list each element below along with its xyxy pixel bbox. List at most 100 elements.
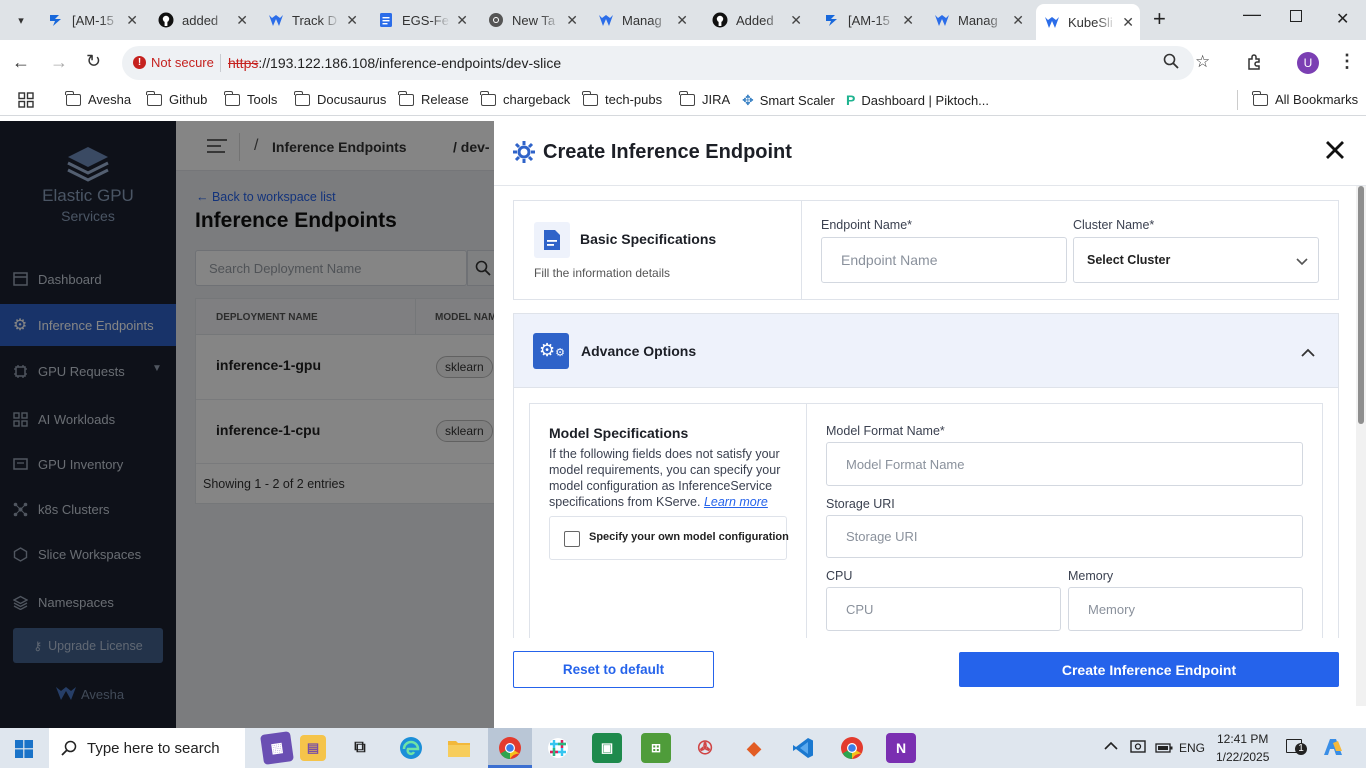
windows-start-icon[interactable] — [15, 740, 33, 761]
new-tab-button[interactable]: + — [1153, 6, 1166, 32]
edge-browser-icon[interactable] — [396, 733, 426, 763]
slack-icon[interactable] — [543, 733, 573, 763]
spreadsheet-icon[interactable]: ⊞ — [641, 733, 671, 763]
forward-arrow-icon[interactable]: → — [50, 52, 68, 73]
close-icon[interactable]: ✕ — [346, 12, 358, 29]
model-format-input[interactable]: Model Format Name — [826, 442, 1303, 486]
memory-input[interactable]: Memory — [1068, 587, 1303, 631]
bookmark-label: Avesha — [88, 92, 132, 107]
browser-tab[interactable]: EGS-Fe ✕ — [370, 6, 474, 34]
close-icon[interactable]: ✕ — [790, 12, 802, 29]
close-icon[interactable]: ✕ — [456, 12, 468, 29]
bookmark-folder[interactable]: chargeback — [480, 90, 570, 107]
close-icon[interactable] — [1325, 140, 1345, 163]
bookmark-folder[interactable]: Release — [398, 90, 469, 107]
own-config-label[interactable]: Specify your own model configuration — [589, 531, 789, 543]
learn-more-link[interactable]: Learn more — [704, 495, 768, 509]
clapper-app-icon[interactable]: ▦ — [260, 731, 294, 765]
taskbar-search-box[interactable]: Type here to search — [49, 728, 245, 768]
all-bookmarks[interactable]: All Bookmarks — [1252, 90, 1358, 107]
profile-avatar[interactable]: U — [1297, 52, 1319, 74]
folder-icon — [146, 90, 162, 106]
close-icon[interactable]: ✕ — [676, 12, 688, 29]
scrollbar-thumb[interactable] — [1358, 186, 1364, 424]
bookmark-folder[interactable]: Github — [146, 90, 207, 107]
close-icon[interactable]: ✕ — [902, 12, 914, 29]
drawer-scrollbar[interactable] — [1356, 186, 1366, 706]
browser-tab-strip: ▾ [AM-15 ✕ added ✕ Track D ✕ EGS-Fe ✕ Ne… — [0, 0, 1366, 40]
address-bar[interactable]: ! Not secure https://193.122.186.108/inf… — [122, 46, 1210, 80]
browser-tab-active[interactable]: KubeSli ✕ — [1036, 4, 1140, 40]
reload-icon[interactable]: ↻ — [86, 51, 101, 72]
battery-icon[interactable] — [1155, 741, 1173, 756]
browser-tab[interactable]: New Ta ✕ — [480, 6, 584, 34]
browser-tab[interactable]: [AM-15 ✕ — [816, 6, 920, 34]
app-icon-satellite[interactable]: ✇ — [690, 733, 720, 763]
cpu-label: CPU — [826, 569, 853, 583]
reset-to-default-button[interactable]: Reset to default — [513, 651, 714, 688]
model-spec-title: Model Specifications — [549, 425, 689, 441]
browser-menu-icon[interactable]: ⋮ — [1338, 51, 1356, 72]
cpu-input[interactable]: CPU — [826, 587, 1061, 631]
close-icon[interactable]: ✕ — [1122, 14, 1134, 31]
bookmark-folder[interactable]: Docusaurus — [294, 90, 386, 107]
bookmark-folder[interactable]: JIRA — [679, 90, 730, 107]
modal-backdrop[interactable] — [0, 121, 494, 728]
own-config-checkbox[interactable] — [564, 531, 580, 547]
storage-uri-input[interactable]: Storage URI — [826, 515, 1303, 558]
close-icon[interactable]: ✕ — [126, 12, 138, 29]
close-icon[interactable]: ✕ — [236, 12, 248, 29]
document-icon-box — [534, 222, 570, 258]
bookmark-label: tech-pubs — [605, 92, 663, 107]
advance-options-header[interactable]: ⚙⚙ Advance Options — [514, 314, 1338, 388]
vscode-icon[interactable] — [788, 733, 818, 763]
notification-icon[interactable]: 1 — [1286, 739, 1307, 755]
url-text[interactable]: https://193.122.186.108/inference-endpoi… — [228, 55, 561, 71]
browser-tab[interactable]: Manag ✕ — [590, 6, 694, 34]
smart-scaler-icon: ✥ — [742, 92, 754, 108]
browser-tab[interactable]: Added ✕ — [704, 6, 808, 34]
copilot-icon[interactable] — [1322, 737, 1344, 760]
close-icon[interactable]: ✕ — [1012, 12, 1024, 29]
browser-tab[interactable]: Track D ✕ — [260, 6, 364, 34]
bookmark-star-icon[interactable]: ☆ — [1195, 52, 1210, 72]
extensions-icon[interactable] — [1246, 53, 1264, 74]
close-icon[interactable]: ✕ — [566, 12, 578, 29]
chevron-up-icon[interactable] — [1301, 345, 1315, 360]
excel-like-icon[interactable]: ▣ — [592, 733, 622, 763]
bookmark-folder[interactable]: Avesha — [65, 90, 132, 107]
endpoint-name-input[interactable]: Endpoint Name — [821, 237, 1067, 283]
minimize-button[interactable]: — — [1243, 4, 1261, 25]
window-close-button[interactable]: ✕ — [1336, 9, 1349, 29]
maximize-button[interactable] — [1290, 10, 1302, 22]
tab-search-button[interactable]: ▾ — [10, 10, 32, 30]
zoom-icon[interactable] — [1163, 53, 1179, 73]
onenote-icon[interactable]: N — [886, 733, 916, 763]
bookmark-link[interactable]: ✥ Smart Scaler — [742, 92, 835, 109]
browser-tab[interactable]: [AM-15 ✕ — [40, 6, 144, 34]
camera-tray-icon[interactable] — [1130, 739, 1146, 756]
chrome-second-icon[interactable] — [837, 733, 867, 763]
bookmark-link[interactable]: P Dashboard | Piktoch... — [846, 92, 989, 108]
language-indicator[interactable]: ENG — [1179, 741, 1205, 755]
bookmark-folder[interactable]: Tools — [224, 90, 277, 107]
browser-tab[interactable]: Manag ✕ — [926, 6, 1030, 34]
cluster-select[interactable]: Select Cluster — [1073, 237, 1319, 283]
bookmark-folder[interactable]: tech-pubs — [582, 90, 663, 107]
security-label[interactable]: Not secure — [151, 55, 214, 70]
task-view-icon[interactable]: ⧉ — [345, 733, 375, 763]
file-explorer-icon[interactable] — [444, 733, 474, 763]
browser-tab[interactable]: added ✕ — [150, 6, 254, 34]
clock-time[interactable]: 12:41 PM — [1217, 732, 1268, 746]
apps-grid-icon[interactable] — [18, 92, 34, 111]
git-icon[interactable]: ◆ — [739, 733, 769, 763]
chrome-taskbar-icon[interactable] — [495, 733, 525, 763]
create-inference-endpoint-button[interactable]: Create Inference Endpoint — [959, 652, 1339, 687]
cluster-select-value: Select Cluster — [1087, 253, 1171, 267]
url-scheme: https — [228, 55, 259, 71]
clock-date[interactable]: 1/22/2025 — [1216, 750, 1269, 764]
sticky-notes-icon[interactable]: ▤ — [300, 735, 326, 761]
reset-label: Reset to default — [562, 662, 665, 677]
show-hidden-icons[interactable] — [1104, 738, 1118, 753]
back-arrow-icon[interactable]: ← — [12, 52, 30, 73]
